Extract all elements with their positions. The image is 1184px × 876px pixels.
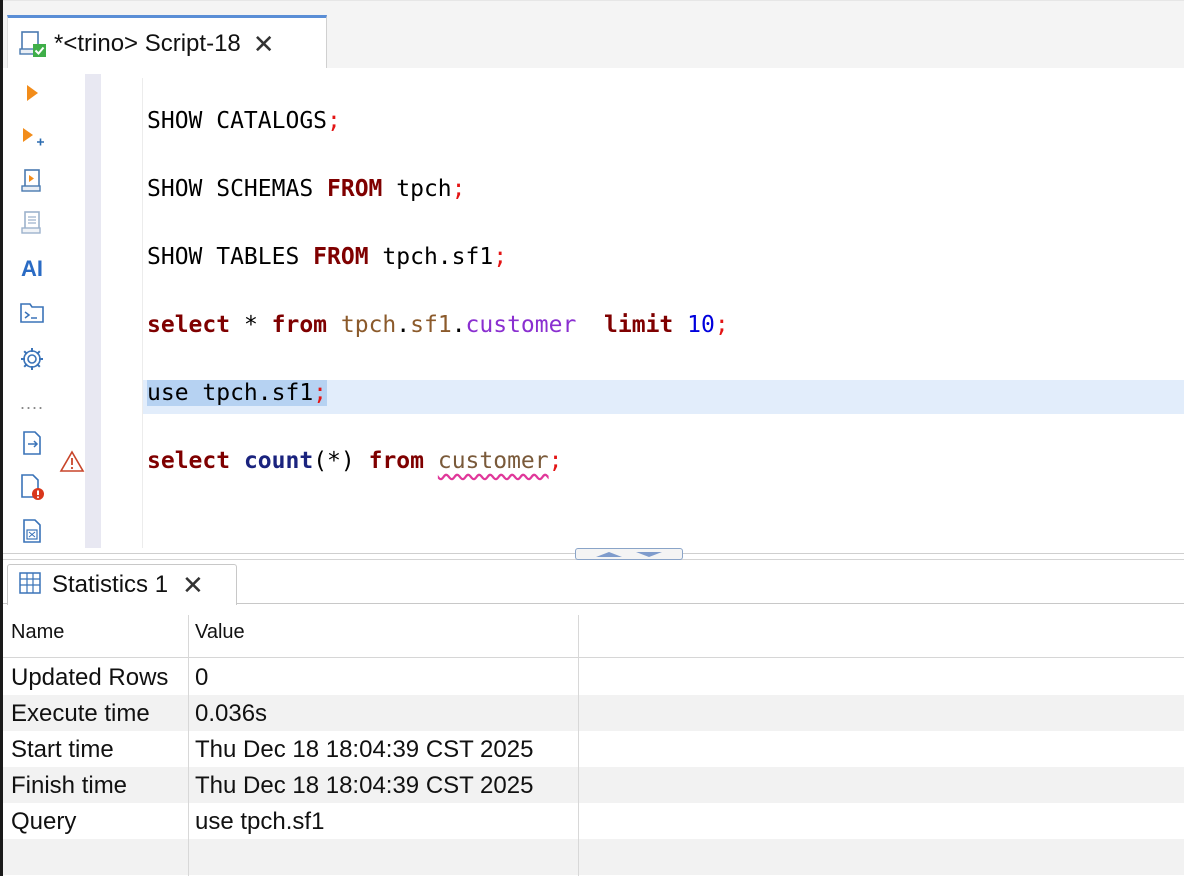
- cell-name: Updated Rows: [11, 664, 169, 691]
- sql-script-icon: [18, 29, 48, 59]
- warning-icon[interactable]: [59, 450, 85, 479]
- cell-value: use tpch.sf1: [195, 808, 325, 835]
- tab-statistics-1[interactable]: Statistics 1 ✕: [7, 564, 237, 605]
- export-icon[interactable]: [17, 428, 47, 458]
- cell-value: 0.036s: [195, 700, 268, 727]
- cell-name: Execute time: [11, 700, 150, 727]
- settings-icon[interactable]: [17, 344, 47, 374]
- more-dots: ....: [19, 392, 44, 413]
- file-error-icon[interactable]: [17, 472, 47, 502]
- code-line-2[interactable]: SHOW SCHEMAS FROM tpch;: [147, 172, 466, 206]
- splitter-handle[interactable]: [575, 548, 683, 560]
- column-header-name[interactable]: Name: [11, 621, 64, 644]
- cell-name: Query: [11, 808, 77, 835]
- column-divider[interactable]: [188, 615, 189, 876]
- ai-label: AI: [21, 256, 43, 281]
- statistics-table: Name Value Updated Rows 0 Execute time 0…: [3, 605, 1184, 876]
- table-row[interactable]: Updated Rows 0: [3, 659, 1184, 695]
- execute-icon[interactable]: [17, 78, 47, 108]
- annotation-gutter: [57, 68, 85, 548]
- cell-value: Thu Dec 18 18:04:39 CST 2025: [195, 736, 534, 763]
- cell-name: Start time: [11, 736, 114, 763]
- code-line-4[interactable]: select * from tpch.sf1.customer limit 10…: [147, 308, 729, 342]
- ai-icon[interactable]: AI: [17, 254, 47, 284]
- column-divider[interactable]: [578, 615, 579, 876]
- tab-title: *<trino> Script-18: [54, 29, 241, 57]
- code-line-6[interactable]: select count(*) from customer;: [147, 444, 562, 478]
- table-row[interactable]: Query use tpch.sf1: [3, 803, 1184, 839]
- close-icon[interactable]: ✕: [182, 572, 204, 598]
- code-line-3[interactable]: SHOW TABLES FROM tpch.sf1;: [147, 240, 507, 274]
- close-icon[interactable]: ✕: [253, 31, 275, 57]
- panel-splitter[interactable]: [3, 548, 1184, 560]
- editor-side-toolbar: AI ....: [3, 68, 57, 548]
- execute-script-icon[interactable]: [17, 166, 47, 196]
- editor-tab-bar: *<trino> Script-18 ✕: [3, 0, 1184, 69]
- results-tab-bar: Statistics 1 ✕: [3, 560, 1184, 605]
- more-icon[interactable]: ....: [17, 388, 47, 418]
- table-row[interactable]: Execute time 0.036s: [3, 695, 1184, 731]
- variables-icon[interactable]: [17, 516, 47, 546]
- cell-value: 0: [195, 664, 209, 691]
- results-tab-title: Statistics 1: [52, 571, 169, 598]
- execute-new-tab-icon[interactable]: [17, 122, 47, 152]
- table-row[interactable]: Start time Thu Dec 18 18:04:39 CST 2025: [3, 731, 1184, 767]
- code-line-5[interactable]: use tpch.sf1;: [147, 376, 328, 410]
- code-separator: [142, 78, 143, 548]
- tab-script-18[interactable]: *<trino> Script-18 ✕: [7, 15, 327, 69]
- cell-name: Finish time: [11, 772, 128, 799]
- execution-plan-icon[interactable]: [17, 208, 47, 238]
- console-icon[interactable]: [17, 298, 47, 328]
- column-header-value[interactable]: Value: [195, 621, 245, 644]
- cell-value: Thu Dec 18 18:04:39 CST 2025: [195, 772, 534, 799]
- table-header: Name Value: [3, 605, 1184, 658]
- table-row[interactable]: Finish time Thu Dec 18 18:04:39 CST 2025: [3, 767, 1184, 803]
- editor-ruler: [85, 74, 101, 548]
- grid-icon: [18, 571, 42, 600]
- code-line-1[interactable]: SHOW CATALOGS;: [147, 104, 341, 138]
- table-row-empty: [3, 839, 1184, 875]
- sql-editor: AI .... SHOW CATALOGS; SHOW SCHEMAS FROM…: [3, 68, 1184, 548]
